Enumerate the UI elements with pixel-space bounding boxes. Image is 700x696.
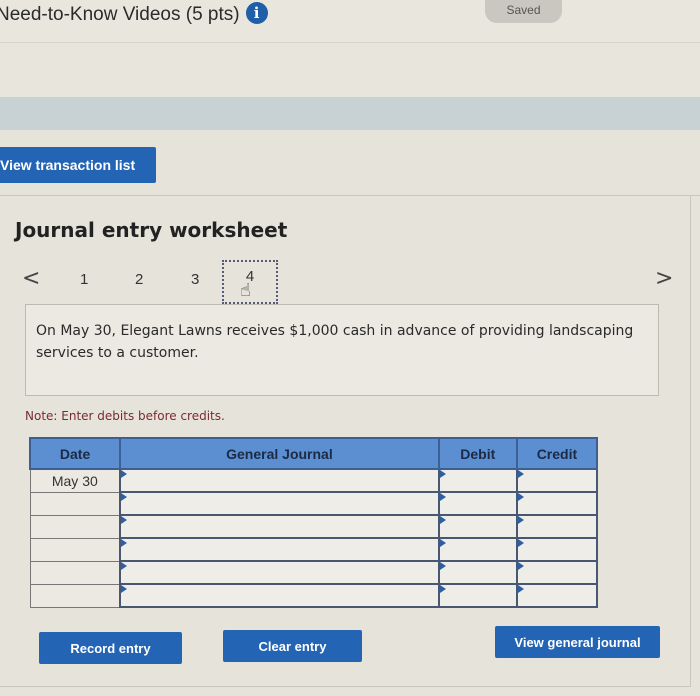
cell-marker-icon [517, 539, 524, 547]
cell-marker-icon [121, 470, 128, 478]
assignment-title-text: Need-to-Know Videos (5 pts) [0, 4, 240, 25]
cell-marker-icon [517, 585, 524, 593]
credit-input[interactable] [515, 560, 599, 585]
transaction-description-text: On May 30, Elegant Lawns receives $1,000… [36, 323, 634, 361]
debit-input[interactable] [437, 583, 518, 608]
journal-entry-table: Date General Journal Debit Credit May 30 [28, 437, 599, 608]
cell-marker-icon [439, 516, 446, 524]
debit-input[interactable] [437, 560, 518, 585]
credit-input[interactable] [515, 491, 599, 516]
page-2[interactable]: 2 [135, 271, 143, 288]
cell-marker-icon [517, 516, 524, 524]
credit-input[interactable] [515, 583, 599, 608]
account-input[interactable] [119, 514, 440, 539]
cell-marker-icon [121, 516, 128, 524]
view-transaction-list-button[interactable]: View transaction list [0, 147, 156, 183]
column-header-general-journal: General Journal [119, 437, 440, 470]
table-row [29, 537, 599, 562]
cell-marker-icon [121, 539, 128, 547]
page-4-active[interactable]: 4 ☝ [222, 260, 278, 304]
cell-marker-icon [439, 585, 446, 593]
column-header-credit: Credit [515, 437, 599, 470]
cell-marker-icon [121, 562, 128, 570]
cell-marker-icon [517, 470, 524, 478]
next-arrow-icon[interactable]: > [655, 266, 673, 291]
cell-marker-icon [439, 562, 446, 570]
clear-entry-button[interactable]: Clear entry [223, 630, 362, 662]
debit-input[interactable] [437, 491, 518, 516]
worksheet-title: Journal entry worksheet [15, 218, 288, 242]
cell-marker-icon [517, 493, 524, 501]
top-bar: Need-to-Know Videos (5 pts) i Saved [0, 0, 700, 43]
table-row [29, 491, 599, 516]
debit-input[interactable] [437, 537, 518, 562]
cell-marker-icon [121, 493, 128, 501]
credit-input[interactable] [515, 514, 599, 539]
saved-status-badge: Saved [485, 0, 562, 23]
view-general-journal-button[interactable]: View general journal [495, 626, 660, 658]
table-row [29, 583, 599, 608]
cell-marker-icon [439, 470, 446, 478]
cell-marker-icon [439, 539, 446, 547]
table-row [29, 560, 599, 585]
column-header-debit: Debit [437, 437, 518, 470]
table-header-row: Date General Journal Debit Credit [28, 437, 599, 470]
record-entry-button[interactable]: Record entry [39, 632, 182, 664]
hand-pointer-icon: ☝ [240, 280, 251, 301]
cell-marker-icon [121, 585, 128, 593]
account-input[interactable] [119, 537, 440, 562]
account-input[interactable] [119, 491, 440, 516]
page-1[interactable]: 1 [80, 271, 88, 288]
account-input[interactable] [119, 560, 440, 585]
account-input[interactable] [119, 583, 440, 608]
column-header-date: Date [28, 437, 122, 470]
transaction-pager: < 1 2 3 4 ☝ > [0, 260, 700, 306]
debit-credit-note: Note: Enter debits before credits. [25, 409, 225, 423]
date-cell [29, 583, 121, 608]
cell-marker-icon [517, 562, 524, 570]
date-cell [29, 514, 121, 539]
assignment-title: Need-to-Know Videos (5 pts) i [0, 1, 268, 28]
debit-input[interactable] [437, 468, 518, 493]
header-band [0, 43, 700, 97]
debit-input[interactable] [437, 514, 518, 539]
transaction-description: On May 30, Elegant Lawns receives $1,000… [25, 304, 659, 396]
page-3[interactable]: 3 [191, 271, 199, 288]
date-cell: May 30 [29, 468, 121, 493]
info-icon[interactable]: i [245, 1, 268, 24]
credit-input[interactable] [515, 468, 599, 493]
date-cell [29, 560, 121, 585]
cell-marker-icon [439, 493, 446, 501]
progress-band [0, 97, 700, 130]
prev-arrow-icon[interactable]: < [22, 266, 40, 291]
table-row [29, 514, 599, 539]
account-input[interactable] [119, 468, 440, 493]
date-cell [29, 491, 121, 516]
table-row: May 30 [29, 468, 599, 493]
credit-input[interactable] [515, 537, 599, 562]
date-cell [29, 537, 121, 562]
